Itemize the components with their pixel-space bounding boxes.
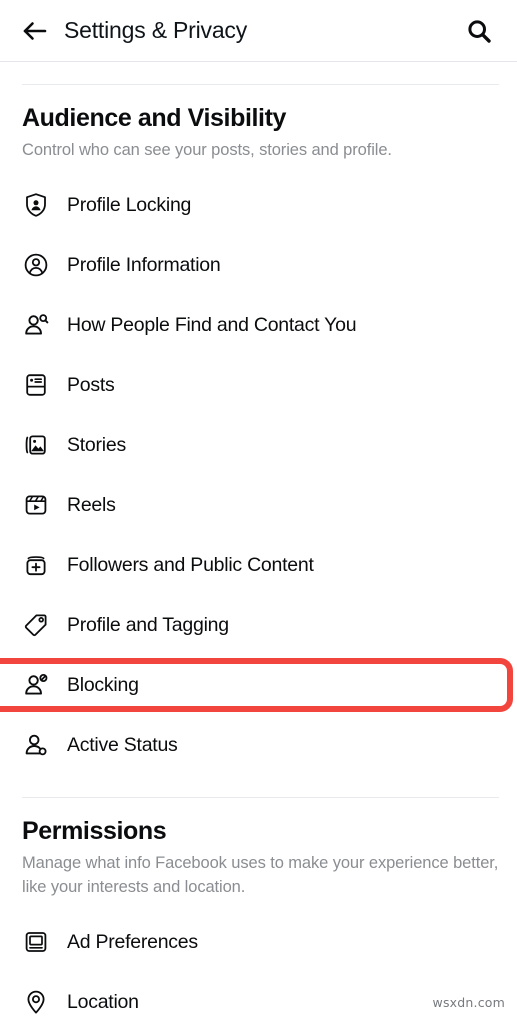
list-item-profile-information[interactable]: Profile Information: [0, 235, 517, 295]
list-item-stories[interactable]: Stories: [0, 415, 517, 475]
section-permissions: Permissions Manage what info Facebook us…: [0, 817, 517, 899]
list-item-label: Profile and Tagging: [67, 613, 229, 636]
person-status-icon: [22, 731, 50, 759]
list-item-label: Blocking: [67, 673, 139, 696]
list-item-active-status[interactable]: Active Status: [0, 715, 517, 775]
list-item-label: Stories: [67, 433, 126, 456]
app-header: Settings & Privacy: [0, 0, 517, 62]
settings-privacy-screen: Settings & Privacy Audience and Visibili…: [0, 0, 517, 1024]
location-pin-icon: [22, 988, 50, 1016]
list-item-reels[interactable]: Reels: [0, 475, 517, 535]
section-subtitle: Manage what info Facebook uses to make y…: [22, 854, 499, 896]
watermark: wsxdn.com: [432, 995, 505, 1010]
section-title: Permissions: [22, 817, 167, 845]
list-item-label: Reels: [67, 493, 116, 516]
post-card-icon: [22, 371, 50, 399]
list-item-label: Posts: [67, 373, 115, 396]
person-search-icon: [22, 311, 50, 339]
list-item-blocking[interactable]: Blocking: [0, 655, 517, 715]
arrow-left-icon: [23, 21, 47, 40]
divider-top: [22, 84, 499, 85]
person-block-icon: [22, 671, 50, 699]
section-title: Audience and Visibility: [22, 104, 287, 132]
list-item-followers-and-public-content[interactable]: Followers and Public Content: [0, 535, 517, 595]
list-item-ad-preferences[interactable]: Ad Preferences: [0, 912, 517, 972]
shield-person-icon: [22, 191, 50, 219]
list-item-label: Followers and Public Content: [67, 553, 314, 576]
audience-visibility-list: Profile Locking Profile Information How …: [0, 175, 517, 775]
search-icon: [468, 19, 491, 43]
list-item-posts[interactable]: Posts: [0, 355, 517, 415]
section-subtitle: Control who can see your posts, stories …: [22, 141, 392, 159]
page-title: Settings & Privacy: [64, 17, 248, 43]
list-item-profile-and-tagging[interactable]: Profile and Tagging: [0, 595, 517, 655]
back-button[interactable]: [14, 11, 54, 51]
list-item-label: Active Status: [67, 733, 178, 756]
tag-icon: [22, 611, 50, 639]
list-item-label: How People Find and Contact You: [67, 313, 357, 336]
list-item-how-people-find-and-contact-you[interactable]: How People Find and Contact You: [0, 295, 517, 355]
search-button[interactable]: [459, 11, 499, 51]
person-circle-icon: [22, 251, 50, 279]
followers-plus-icon: [22, 551, 50, 579]
list-item-profile-locking[interactable]: Profile Locking: [0, 175, 517, 235]
list-item-label: Ad Preferences: [67, 930, 198, 953]
list-item-label: Profile Information: [67, 253, 221, 276]
list-item-label: Profile Locking: [67, 193, 192, 216]
photo-stack-icon: [22, 431, 50, 459]
monitor-icon: [22, 928, 50, 956]
list-item-label: Location: [67, 990, 139, 1013]
reels-play-icon: [22, 491, 50, 519]
divider-permissions: [22, 797, 499, 798]
section-audience-and-visibility: Audience and Visibility Control who can …: [0, 104, 517, 162]
